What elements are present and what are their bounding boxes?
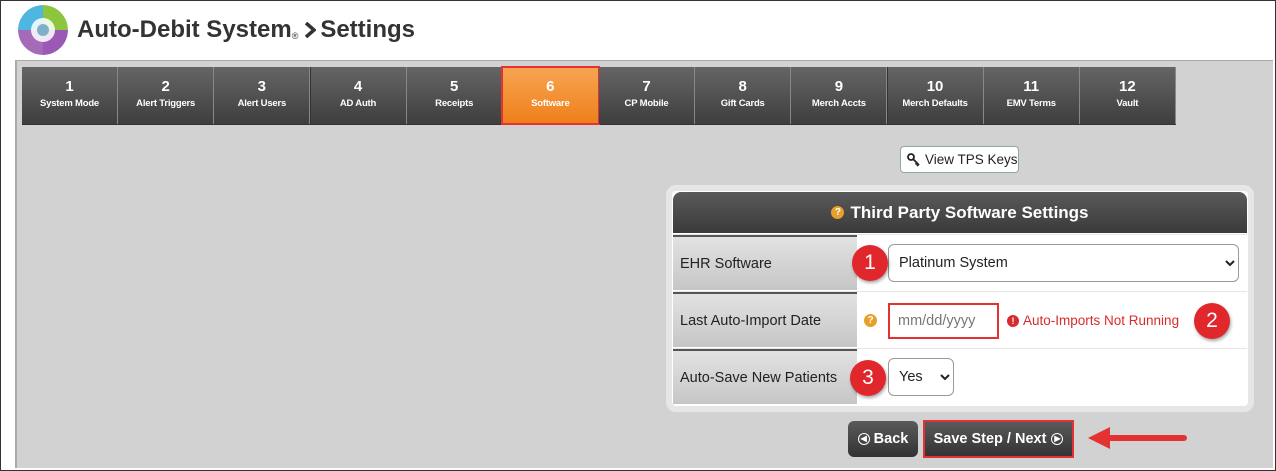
tab-number: 6 bbox=[546, 78, 555, 95]
tab-system-mode[interactable]: 1 System Mode bbox=[22, 67, 118, 124]
tab-number: 4 bbox=[353, 78, 363, 95]
tab-number: 1 bbox=[65, 78, 74, 95]
ehr-software-select[interactable]: Platinum System bbox=[888, 244, 1239, 282]
date-placeholder: mm/dd/yyyy bbox=[898, 313, 976, 329]
view-tps-keys-label: View TPS Keys bbox=[925, 152, 1018, 167]
tab-receipts[interactable]: 5 Receipts bbox=[406, 67, 503, 124]
page-title: Auto-Debit System® Settings bbox=[77, 16, 415, 44]
last-import-label: Last Auto-Import Date bbox=[673, 292, 857, 347]
registered-mark: ® bbox=[291, 31, 299, 41]
tab-vault[interactable]: 12 Vault bbox=[1079, 67, 1176, 124]
tab-label: Gift Cards bbox=[720, 98, 765, 109]
view-tps-keys-button[interactable]: View TPS Keys bbox=[900, 146, 1019, 173]
tab-label: Vault bbox=[1116, 98, 1139, 109]
tab-merch-defaults[interactable]: 10 Merch Defaults bbox=[887, 67, 984, 124]
callout-marker: 3 bbox=[850, 360, 886, 396]
callout-marker: 1 bbox=[852, 245, 888, 281]
tab-software[interactable]: 6 Software bbox=[500, 66, 600, 125]
tab-label: System Mode bbox=[39, 98, 100, 109]
auto-save-label: Auto-Save New Patients bbox=[673, 349, 857, 404]
pointer-arrow-icon bbox=[1088, 427, 1187, 449]
tab-label: Receipts bbox=[435, 98, 474, 109]
tab-label: Alert Triggers bbox=[136, 98, 196, 109]
tab-label: Software bbox=[531, 98, 570, 109]
tab-number: 8 bbox=[738, 78, 747, 95]
tab-number: 3 bbox=[257, 78, 266, 95]
tab-number: 10 bbox=[926, 78, 944, 95]
tab-alert-triggers[interactable]: 2 Alert Triggers bbox=[118, 67, 215, 124]
alert-icon: ! bbox=[1007, 314, 1019, 327]
tab-number: 5 bbox=[450, 78, 459, 95]
settings-panel-header: ? Third Party Software Settings bbox=[673, 192, 1247, 233]
tab-label: Merch Accts bbox=[811, 98, 866, 109]
ehr-software-label: EHR Software bbox=[673, 235, 857, 290]
save-next-label: Save Step / Next bbox=[933, 431, 1047, 447]
tab-number: 9 bbox=[834, 78, 844, 95]
chevron-right-icon bbox=[305, 22, 317, 38]
tab-number: 12 bbox=[1119, 78, 1136, 95]
tab-alert-users[interactable]: 3 Alert Users bbox=[214, 67, 311, 124]
app-name: Auto-Debit System bbox=[77, 16, 292, 43]
tab-label: Alert Users bbox=[237, 98, 287, 109]
back-button[interactable]: ◀ Back bbox=[848, 421, 918, 457]
import-warning: ! Auto-Imports Not Running bbox=[1007, 313, 1179, 328]
tabs-filler bbox=[1176, 67, 1271, 125]
tab-ad-auth[interactable]: 4 AD Auth bbox=[310, 67, 407, 124]
import-warning-text: Auto-Imports Not Running bbox=[1023, 313, 1180, 328]
tab-label: EMV Terms bbox=[1006, 98, 1056, 109]
breadcrumb-page: Settings bbox=[320, 16, 416, 43]
tab-label: Merch Defaults bbox=[902, 98, 968, 109]
help-icon[interactable]: ? bbox=[831, 206, 845, 219]
circle-arrow-right-icon: ▶ bbox=[1051, 433, 1064, 445]
page-header: Auto-Debit System® Settings bbox=[0, 0, 1274, 60]
help-icon[interactable]: ? bbox=[864, 314, 877, 327]
callout-marker: 2 bbox=[1194, 303, 1230, 339]
auto-save-select[interactable]: Yes bbox=[888, 358, 954, 396]
save-next-button[interactable]: Save Step / Next ▶ bbox=[923, 420, 1074, 458]
tab-number: 11 bbox=[1023, 78, 1040, 95]
tab-merch-accts[interactable]: 9 Merch Accts bbox=[791, 67, 888, 124]
step-tabs: 1 System Mode 2 Alert Triggers 3 Alert Users 4… bbox=[22, 66, 1176, 125]
tab-cp-mobile[interactable]: 7 CP Mobile bbox=[599, 67, 696, 124]
tab-number: 2 bbox=[161, 78, 170, 95]
tab-emv-terms[interactable]: 11 EMV Terms bbox=[983, 67, 1080, 124]
tab-gift-cards[interactable]: 8 Gift Cards bbox=[695, 67, 792, 124]
last-import-date-input[interactable]: mm/dd/yyyy bbox=[888, 303, 999, 339]
back-label: Back bbox=[873, 431, 909, 447]
tab-label: CP Mobile bbox=[624, 98, 669, 109]
app-logo-icon bbox=[18, 5, 68, 55]
auto-save-row: Auto-Save New Patients bbox=[673, 348, 1247, 404]
key-icon bbox=[907, 152, 920, 167]
tab-number: 7 bbox=[642, 78, 651, 95]
tab-label: AD Auth bbox=[339, 98, 377, 109]
circle-arrow-left-icon: ◀ bbox=[857, 433, 870, 445]
settings-panel-title: Third Party Software Settings bbox=[850, 202, 1089, 222]
